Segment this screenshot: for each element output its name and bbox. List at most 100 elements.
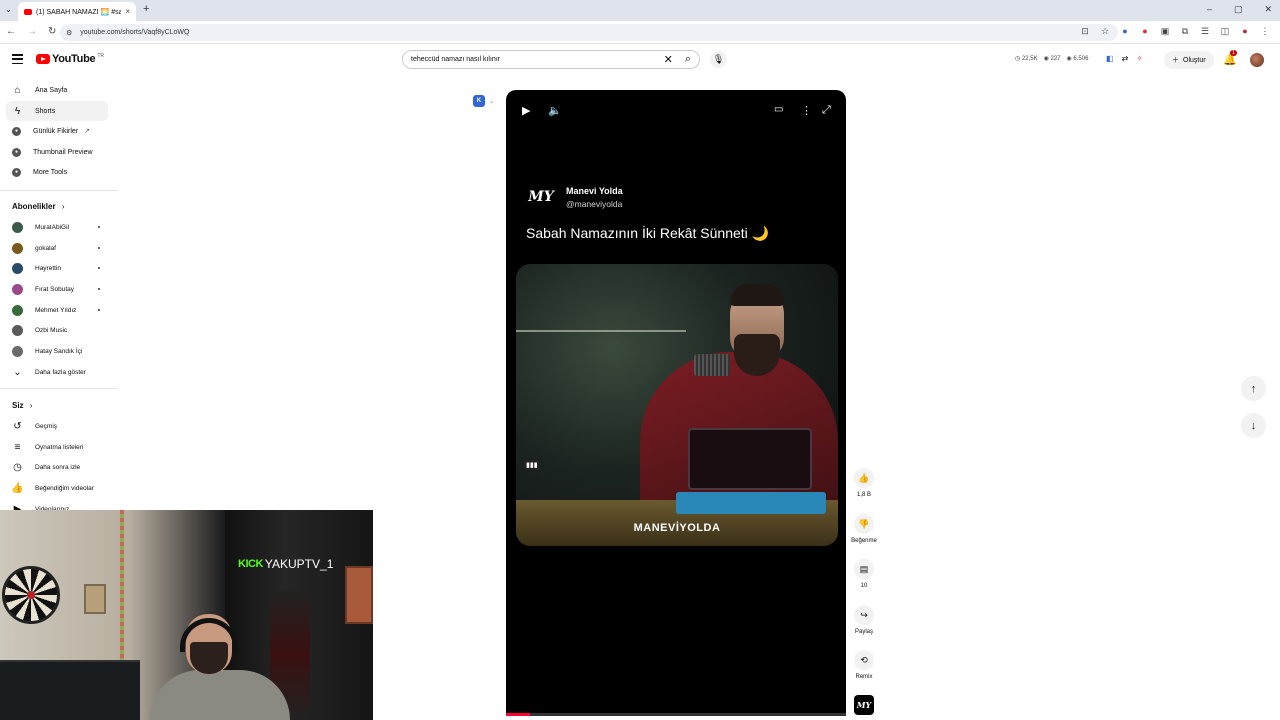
forward-icon[interactable]: → xyxy=(27,26,37,37)
install-app-icon[interactable]: ⊡ xyxy=(1080,26,1090,36)
back-icon[interactable]: ← xyxy=(6,26,16,37)
channel-stats: ◷ 22,5K ◉ 227 ◉ 6.506 xyxy=(1015,55,1088,62)
bookmark-star-icon[interactable]: ☆ xyxy=(1100,26,1110,36)
subscription-item[interactable]: Hayrettin xyxy=(6,258,108,278)
video-frame: ▮▮▮ MANEVİYOLDA xyxy=(516,264,838,546)
browser-tab-bar: ⌄ (1) SABAH NAMAZI 🌅 #sabah × + – ▢ ✕ xyxy=(0,0,1280,21)
reload-icon[interactable]: ↻ xyxy=(48,26,56,37)
like-action[interactable]: 👍 1,8 B xyxy=(846,468,882,498)
sidebar-item-home[interactable]: ⌂ Ana Sayfa xyxy=(6,80,108,100)
show-more-label: Daha fazla göster xyxy=(35,368,86,376)
minimize-button[interactable]: – xyxy=(1207,4,1212,15)
extension-red-icon[interactable]: ● xyxy=(1140,26,1150,36)
shorts-icon: ϟ xyxy=(14,105,21,117)
site-info-icon[interactable]: ⚙ xyxy=(66,29,72,37)
notifications-bell-icon[interactable]: 🔔 1 xyxy=(1223,50,1237,66)
voice-search-mic-icon[interactable]: 🎙 xyxy=(710,51,727,68)
menu-icon[interactable] xyxy=(12,54,23,64)
you-heading[interactable]: Siz › xyxy=(12,401,32,410)
window-controls: – ▢ ✕ xyxy=(1207,4,1272,15)
sidebar-item-gunluk-fikirler[interactable]: ● Günlük Fikirler ↗ xyxy=(6,121,108,141)
search-icon[interactable]: ⌕ xyxy=(685,53,691,66)
sidebar-item-liked-videos[interactable]: 👍 Beğendiğim videolar xyxy=(6,478,108,498)
new-tab-button[interactable]: + xyxy=(143,3,149,15)
channel-avatar xyxy=(12,283,23,295)
split-view-icon[interactable]: ◫ xyxy=(1220,26,1230,36)
sidebar-item-more-tools[interactable]: ● More Tools xyxy=(6,162,108,182)
share-icon[interactable]: ↪ xyxy=(854,605,874,625)
channel-thumbnail[interactable]: MY xyxy=(854,695,874,715)
extension-blue-icon[interactable]: ● xyxy=(1120,26,1130,36)
play-icon[interactable]: ▶ xyxy=(522,104,530,117)
wall-poster xyxy=(345,566,373,624)
subscriptions-heading[interactable]: Abonelikler › xyxy=(12,202,64,211)
dislike-label: Beğenme xyxy=(851,538,877,544)
volume-icon[interactable]: 🔈 xyxy=(548,104,562,117)
sidebar-item-playlists[interactable]: ≡ Oynatma listeleri xyxy=(6,437,108,457)
profile-icon[interactable]: ● xyxy=(1240,26,1250,36)
more-options-icon[interactable]: ⋮ xyxy=(801,104,812,117)
compare-icon[interactable]: ⇄ xyxy=(1122,54,1129,63)
browser-menu-icon[interactable]: ⋮ xyxy=(1260,26,1270,36)
thumbs-down-icon[interactable]: 👎 xyxy=(854,514,874,534)
new-content-dot xyxy=(98,309,100,311)
tab-close-icon[interactable]: × xyxy=(125,7,130,16)
close-window-button[interactable]: ✕ xyxy=(1264,4,1272,15)
subscription-item[interactable]: Ozbi Music xyxy=(6,320,108,340)
extensions-puzzle-icon[interactable]: ⧉ xyxy=(1180,26,1190,36)
sidebar-item-thumbnail-preview[interactable]: ● Thumbnail Preview xyxy=(6,142,108,162)
remix-icon[interactable]: ⟲ xyxy=(854,650,874,670)
create-button[interactable]: ＋ Oluştur xyxy=(1164,51,1214,69)
sidebar-item-label: Daha sonra izle xyxy=(35,463,81,471)
remix-action[interactable]: ⟲ Remix xyxy=(846,650,882,680)
subscription-item[interactable]: Mehmet Yıldız xyxy=(6,300,108,320)
subscription-item[interactable]: Fırat Sobutay xyxy=(6,279,108,299)
youtube-logo[interactable]: YouTube TR xyxy=(36,53,104,65)
kc-extension-icon[interactable]: ◧ xyxy=(1106,54,1114,63)
channel-action[interactable]: MY xyxy=(846,695,882,715)
sidebar-item-history[interactable]: ↺ Geçmiş xyxy=(6,416,108,436)
extension-icons: ⊡ ☆ ● ● ▣ ⧉ ☰ ◫ ● ⋮ xyxy=(1080,26,1270,37)
shorts-player[interactable]: ▶ 🔈 ▭ ⋮ ⤢ MY Manevi Yolda @maneviyolda S… xyxy=(506,90,846,716)
dislike-action[interactable]: 👎 Beğenme xyxy=(846,514,882,544)
show-more-button[interactable]: ⌄ Daha fazla göster xyxy=(6,362,108,382)
creator-info: Manevi Yolda @maneviyolda xyxy=(566,186,623,209)
extension-box-icon[interactable]: ▣ xyxy=(1160,26,1170,36)
comments-action[interactable]: ▤ 10 xyxy=(846,559,882,589)
magic-wand-icon[interactable]: ✧ xyxy=(1136,54,1143,63)
share-action[interactable]: ↪ Paylaş xyxy=(846,605,882,635)
sidebar-item-label: Geçmiş xyxy=(35,422,58,430)
tab-search-chevron-icon[interactable]: ⌄ xyxy=(5,5,12,14)
next-short-button[interactable]: ↓ xyxy=(1241,413,1266,438)
playlist-icon: ≡ xyxy=(14,441,21,453)
fullscreen-icon[interactable]: ⤢ xyxy=(822,104,831,117)
channel-dot-icon: ● xyxy=(12,126,21,136)
previous-short-button[interactable]: ↑ xyxy=(1241,376,1266,401)
extension-chip[interactable]: K ⌄ xyxy=(473,95,494,107)
playback-progress[interactable] xyxy=(506,713,846,716)
comment-icon[interactable]: ▤ xyxy=(854,559,874,579)
search-box[interactable]: teheccüd namazı nasıl kılınır ✕ ⌕ xyxy=(402,50,700,69)
sidebar-divider xyxy=(0,388,118,389)
background-sign: ▮▮▮ xyxy=(524,460,540,470)
sidebar-item-shorts[interactable]: ϟ Shorts xyxy=(6,101,108,121)
subscription-item[interactable]: MuratAbiGil xyxy=(6,217,108,237)
kc-extension-icon: K xyxy=(473,95,485,107)
address-bar-row: ← → ↻ ⚙ youtube.com/shorts/Vaqf8yCLoWQ ⊡… xyxy=(0,21,1280,44)
youtube-play-icon xyxy=(36,54,50,64)
laptop xyxy=(688,428,812,490)
captions-icon[interactable]: ▭ xyxy=(774,104,783,115)
account-avatar[interactable] xyxy=(1250,53,1264,67)
search-input[interactable]: teheccüd namazı nasıl kılınır xyxy=(411,56,664,63)
reading-list-icon[interactable]: ☰ xyxy=(1200,26,1210,36)
thumbs-up-icon: 👍 xyxy=(11,482,24,494)
subscription-item[interactable]: gokalaf xyxy=(6,238,108,258)
browser-tab[interactable]: (1) SABAH NAMAZI 🌅 #sabah × xyxy=(18,2,136,21)
clear-search-icon[interactable]: ✕ xyxy=(664,53,673,66)
subscription-item[interactable]: Hatay Sandık İçi xyxy=(6,341,108,361)
url-bar[interactable]: ⚙ youtube.com/shorts/Vaqf8yCLoWQ xyxy=(60,24,1118,41)
create-label: Oluştur xyxy=(1183,56,1206,64)
maximize-button[interactable]: ▢ xyxy=(1234,4,1243,15)
thumbs-up-icon[interactable]: 👍 xyxy=(854,468,874,488)
sidebar-item-watch-later[interactable]: ◷ Daha sonra izle xyxy=(6,457,108,477)
